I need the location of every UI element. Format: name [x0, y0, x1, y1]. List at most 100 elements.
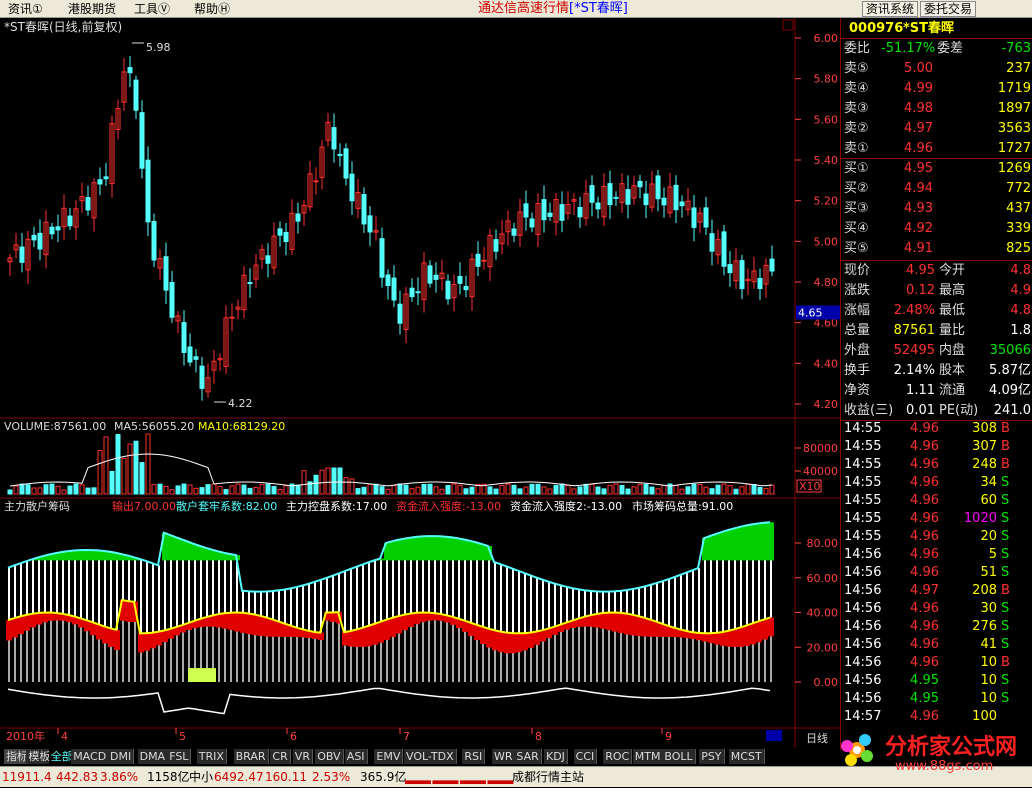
candle-body — [163, 256, 169, 291]
tick-time: 14:56 — [844, 637, 882, 652]
app-title: 通达信高速行情[*ST春晖] — [478, 1, 628, 17]
indicator-grey-bar — [314, 631, 316, 682]
indicator-red-area — [144, 633, 150, 651]
tab-kdj[interactable]: KDJ — [544, 749, 568, 764]
indicator-white-bar — [560, 585, 562, 625]
tab-psy[interactable]: PSY — [699, 749, 725, 764]
sell-row: 卖② 4.97 3563 — [841, 120, 1032, 138]
wei-cha-label: 委差 — [937, 41, 964, 56]
volume-bar — [373, 483, 379, 495]
volume-bar — [37, 487, 43, 495]
volume-unit: X10 — [799, 480, 821, 493]
tab-dma[interactable]: DMA — [137, 749, 169, 764]
indicator-green-area — [78, 550, 84, 561]
tab-brar[interactable]: BRAR — [233, 749, 269, 764]
volume-bar — [169, 489, 175, 495]
tab-emv[interactable]: EMV — [374, 749, 404, 764]
price-tick-label: 5.60 — [814, 113, 839, 126]
indicator-red-area — [708, 633, 714, 644]
indicator-white-bar — [134, 557, 136, 602]
tab-mtm[interactable]: MTM — [632, 749, 664, 764]
tab-dmi[interactable]: DMI — [108, 749, 135, 764]
trade-button[interactable]: 委托交易 — [920, 1, 977, 17]
indicator-white-bar — [14, 565, 16, 619]
menu-info[interactable]: 资讯① — [6, 1, 45, 17]
server-station[interactable]: 成都行情主站 — [512, 767, 584, 788]
kline-chart[interactable]: 6.005.805.605.405.205.004.804.604.404.20… — [0, 18, 840, 748]
indicator-label: 主力散户筹码 — [4, 499, 70, 513]
flower-icon — [841, 734, 873, 766]
indicator-white-bar — [602, 591, 604, 614]
tab-rsi[interactable]: RSI — [462, 749, 486, 764]
menu-help[interactable]: 帮助Ⓗ — [192, 1, 232, 17]
indicator-red-area — [138, 633, 144, 653]
buy-label: 买④ — [844, 221, 869, 236]
candle-body — [337, 153, 343, 156]
tab-sar[interactable]: SAR — [514, 749, 542, 764]
indicator-green-area — [450, 537, 456, 561]
sme-change: 160.11 — [265, 770, 307, 784]
tab-mcst[interactable]: MCST — [728, 749, 765, 764]
wei-bi-label: 委比 — [844, 41, 871, 56]
candle-body — [691, 207, 697, 228]
indicator-label: 资金流入强度2:-13.00 — [510, 499, 622, 513]
indicator-white-bar — [530, 575, 532, 633]
stat-value: 4.8 — [1010, 303, 1031, 318]
indicator-white-bar — [332, 575, 334, 613]
volume-bar — [409, 488, 415, 495]
candle-body — [265, 255, 271, 264]
volume-bar — [547, 488, 553, 495]
info-system-button[interactable]: 资讯系统 — [862, 1, 919, 17]
indicator-red-area — [96, 624, 102, 640]
indicator-red-area — [732, 629, 738, 648]
volume-bar — [385, 488, 391, 495]
tab-wr[interactable]: WR — [492, 749, 516, 764]
candle-body — [19, 246, 25, 263]
tab-fsl[interactable]: FSL — [167, 749, 192, 764]
tab-trix[interactable]: TRIX — [196, 749, 227, 764]
candle-body — [475, 253, 481, 267]
volume-bar — [745, 483, 751, 495]
volume-bar — [583, 483, 589, 495]
volume-bar — [433, 486, 439, 495]
indicator-green-area — [174, 537, 180, 561]
stock-header: 000976 *ST春晖 — [841, 20, 1032, 38]
sh-amount: 1158亿 — [147, 770, 190, 784]
menu-tools[interactable]: 工具Ⓥ — [132, 1, 172, 17]
indicator-white-bar — [152, 563, 154, 633]
tab-cr[interactable]: CR — [270, 749, 291, 764]
indicator-white-bar — [638, 587, 640, 617]
tab-obv[interactable]: OBV — [315, 749, 344, 764]
volume-bar — [295, 484, 301, 495]
tick-volume: 208 — [972, 583, 997, 598]
indicator-grey-bar — [68, 614, 70, 682]
tick-price: 4.96 — [910, 637, 939, 652]
menu-hk-futures[interactable]: 港股期货 — [66, 1, 118, 17]
indicator-red-area — [114, 629, 120, 650]
buy-row: 买③ 4.93 437 — [841, 200, 1032, 218]
tab-boll[interactable]: BOLL — [662, 749, 696, 764]
tab-asi[interactable]: ASI — [344, 749, 368, 764]
stat-row: 收益(三) 0.01 PE(动) 241.0 — [841, 402, 1032, 420]
indicator-white-bar — [290, 588, 292, 626]
tick-direction: S — [1001, 565, 1010, 580]
volume-bar — [703, 486, 709, 495]
tab-roc[interactable]: ROC — [603, 749, 633, 764]
wei-bi-value: -51.17% — [881, 41, 936, 56]
indicator-red-area — [588, 615, 594, 627]
tab-vol-tdx[interactable]: VOL-TDX — [404, 749, 457, 764]
indicator-green-area — [72, 550, 78, 561]
indicator-green-area — [390, 541, 396, 561]
volume-bar — [523, 486, 529, 495]
tick-volume: 41 — [980, 637, 997, 652]
volume-bar — [511, 484, 517, 495]
tick-row: 14:55 4.96 307 B — [841, 438, 1032, 456]
tab-vr[interactable]: VR — [292, 749, 313, 764]
indicator-red-area — [366, 626, 372, 647]
candle-body — [277, 228, 283, 236]
volume-bar — [595, 486, 601, 495]
tab-macd[interactable]: MACD — [71, 749, 110, 764]
indicator-grey-bar — [554, 626, 556, 682]
tick-price: 4.96 — [910, 421, 939, 436]
tab-cci[interactable]: CCI — [573, 749, 598, 764]
